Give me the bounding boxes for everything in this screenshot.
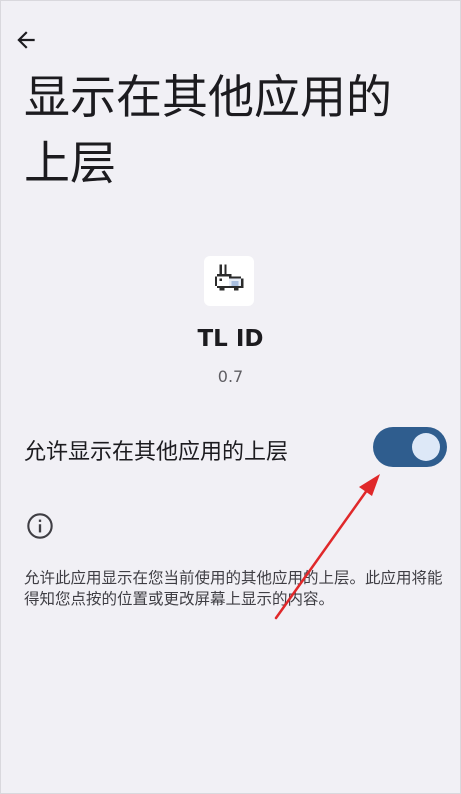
page-title: 显示在其他应用的上层 xyxy=(24,70,392,190)
arrow-back-icon xyxy=(17,31,35,49)
app-version: 0.7 xyxy=(217,367,244,386)
permission-toggle-row[interactable]: 允许显示在其他应用的上层 xyxy=(0,420,461,476)
permission-switch[interactable] xyxy=(373,427,447,467)
rabbit-icon xyxy=(214,264,244,291)
info-icon xyxy=(26,512,54,540)
switch-thumb xyxy=(412,433,440,461)
app-name: TL ID xyxy=(197,326,264,352)
permission-toggle-label: 允许显示在其他应用的上层 xyxy=(24,440,289,465)
app-icon xyxy=(204,256,254,306)
permission-description: 允许此应用显示在您当前使用的其他应用的上层。此应用将能得知您点按的位置或更改屏幕… xyxy=(24,569,443,608)
back-button[interactable] xyxy=(8,22,44,58)
